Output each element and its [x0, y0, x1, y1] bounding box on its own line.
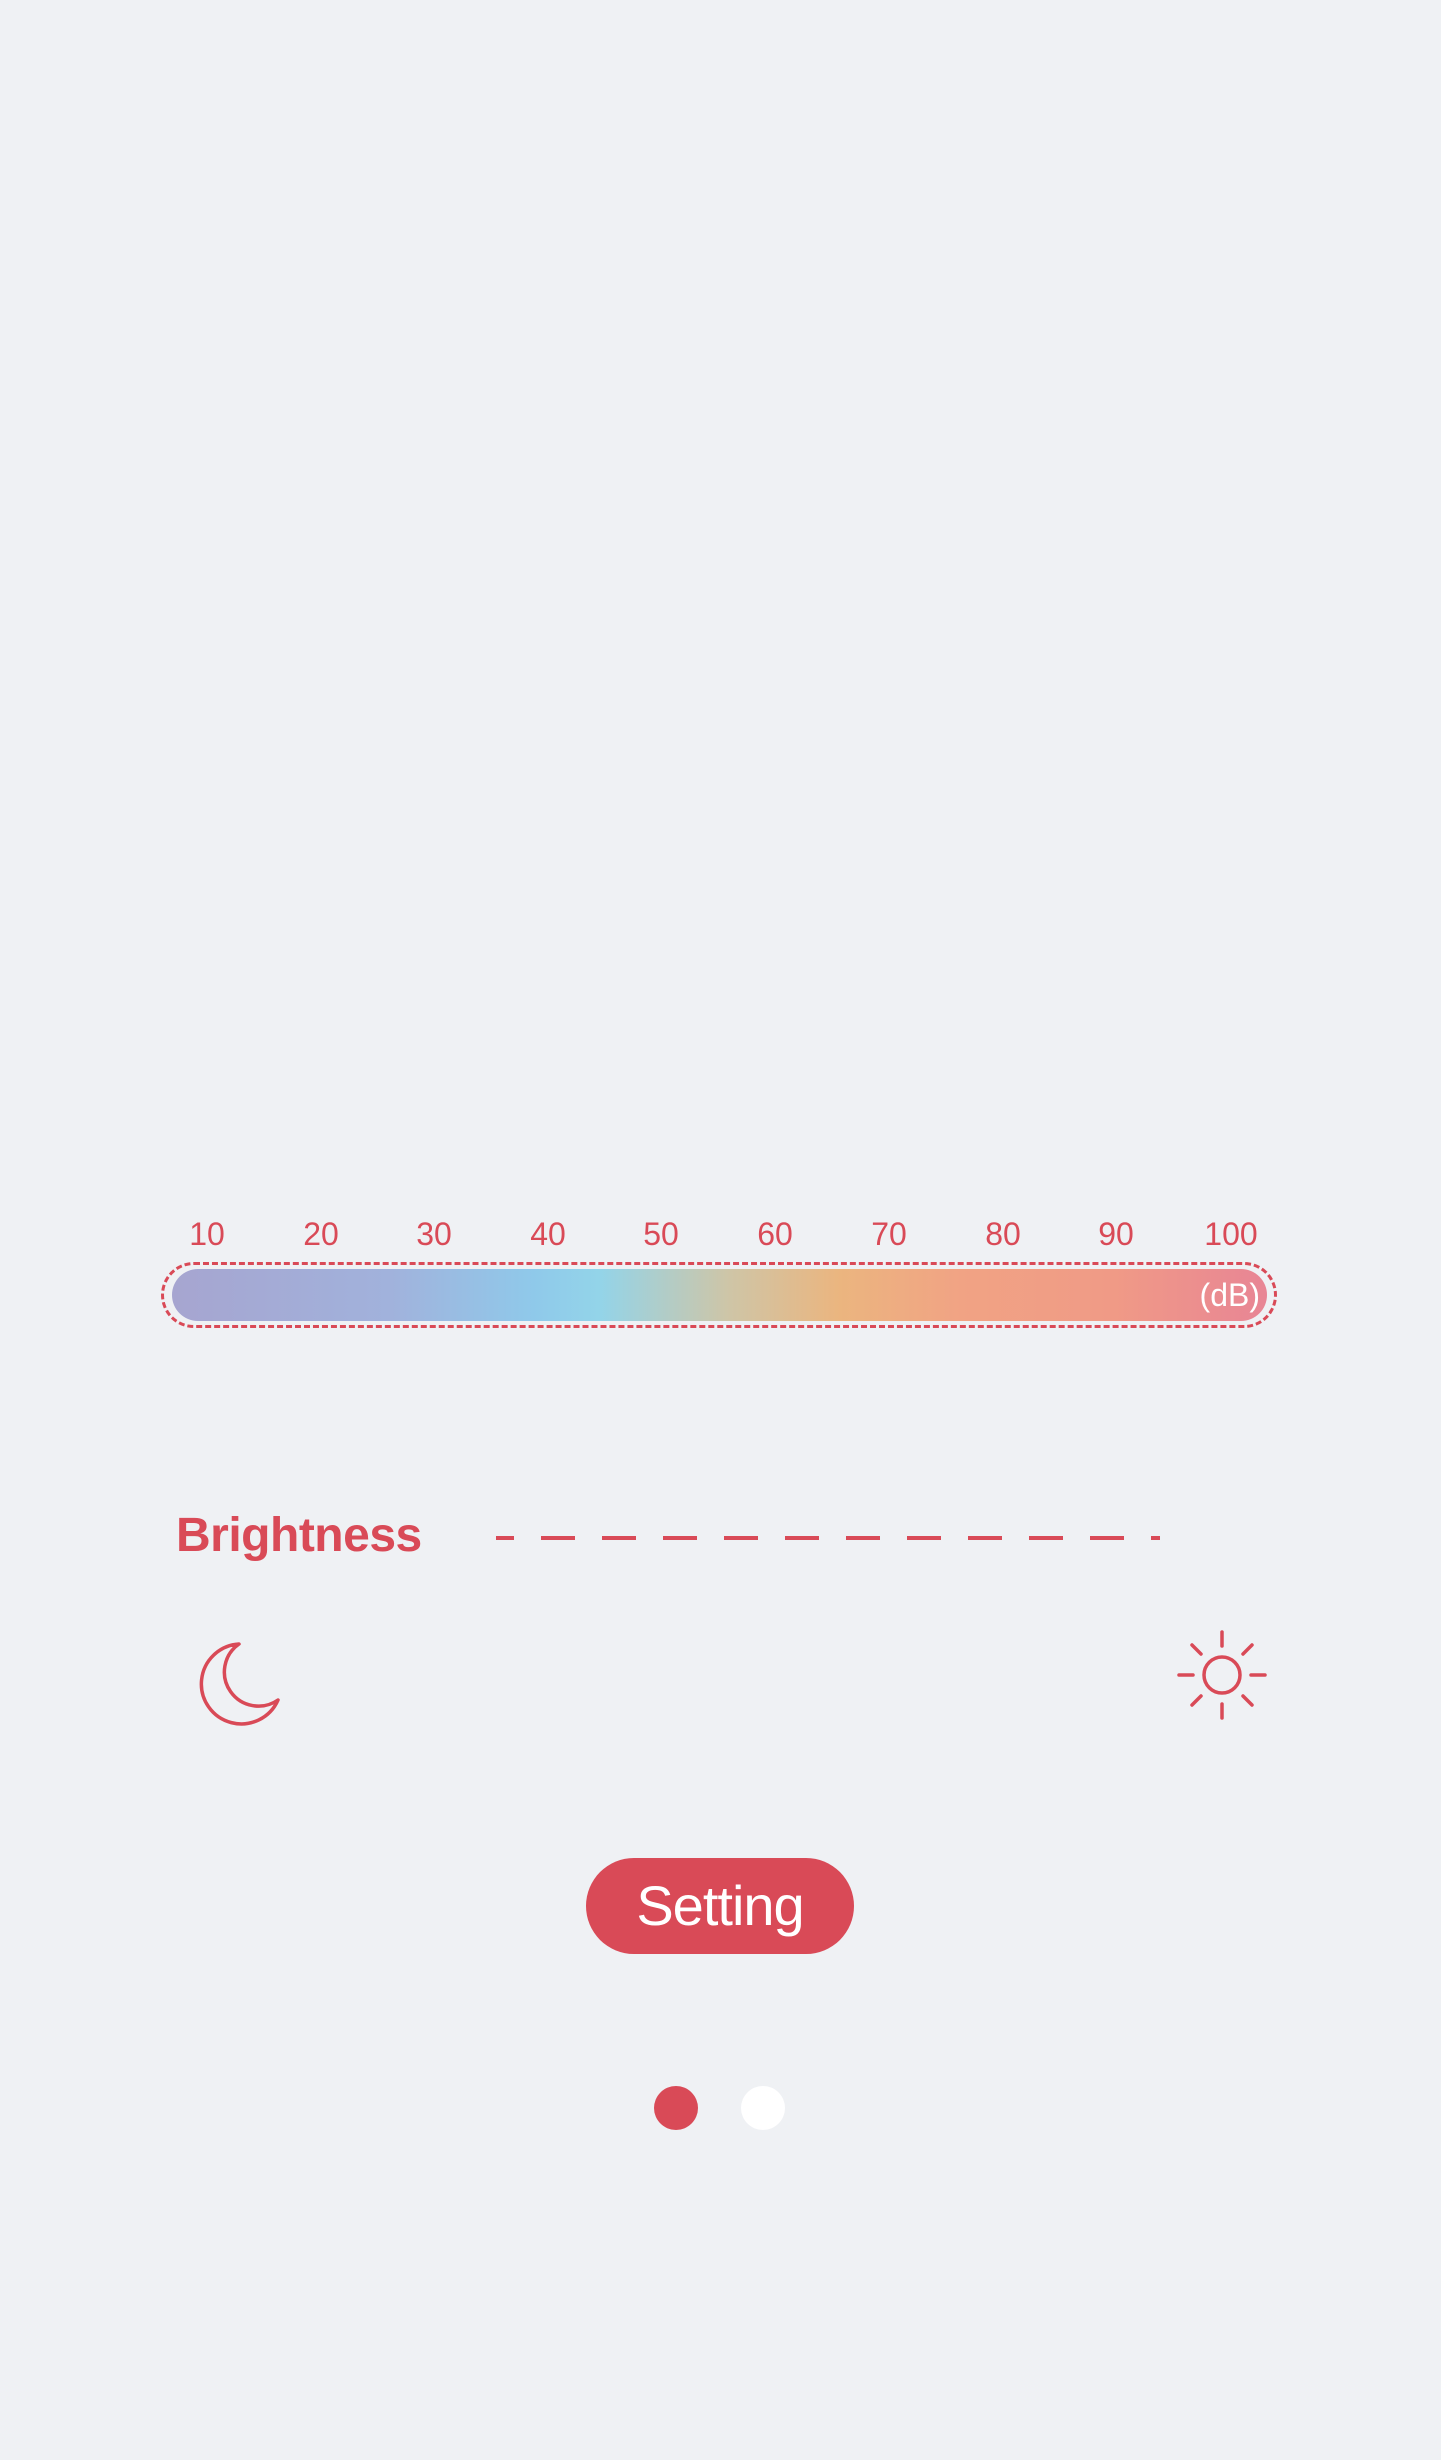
db-gradient-bar	[172, 1269, 1267, 1321]
setting-button[interactable]: Setting	[586, 1858, 854, 1954]
sun-icon	[1175, 1628, 1269, 1722]
brightness-slider-track[interactable]	[480, 1536, 1160, 1540]
db-unit-label: (dB)	[1199, 1277, 1260, 1313]
db-tick-label: 100	[1204, 1216, 1258, 1252]
db-tick-label: 80	[985, 1216, 1021, 1252]
page-indicator-dot-active[interactable]	[654, 2086, 698, 2130]
page-indicator-dot[interactable]	[741, 2086, 785, 2130]
db-tick-label: 20	[303, 1216, 339, 1252]
db-tick-label: 40	[530, 1216, 566, 1252]
brightness-label: Brightness	[176, 1509, 422, 1562]
db-tick-label: 90	[1098, 1216, 1134, 1252]
db-tick-label: 10	[189, 1216, 225, 1252]
db-tick-label: 60	[757, 1216, 793, 1252]
moon-icon	[196, 1640, 282, 1726]
db-tick-label: 70	[871, 1216, 907, 1252]
db-tick-label: 50	[643, 1216, 679, 1252]
db-scale: 10 20 30 40 50 60 70 80 90 100 (dB)	[0, 0, 1441, 1400]
db-tick-label: 30	[416, 1216, 452, 1252]
